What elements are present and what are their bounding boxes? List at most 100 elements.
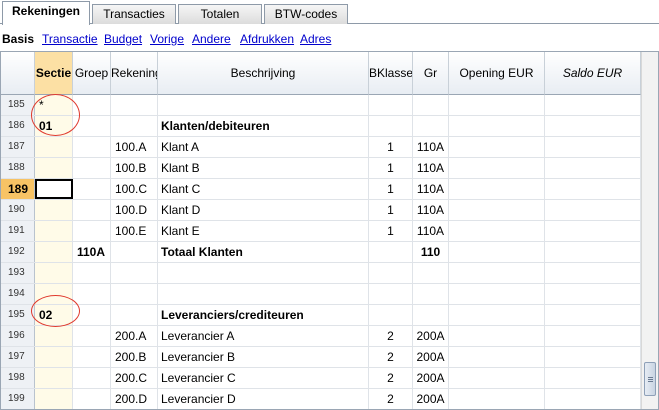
table-row[interactable]: 188 100.B Klant B 1 110A xyxy=(1,158,658,179)
cell-rekening[interactable] xyxy=(111,305,158,325)
cell-gr[interactable]: 110A xyxy=(413,158,449,178)
cell-beschrijving[interactable]: Klant D xyxy=(158,200,369,220)
cell-saldo-eur[interactable] xyxy=(545,158,641,178)
cell-rekening[interactable]: 100.B xyxy=(111,158,158,178)
cell-gr[interactable] xyxy=(413,95,449,115)
cell-rekening[interactable] xyxy=(111,116,158,136)
cell-opening-eur[interactable] xyxy=(449,368,545,388)
cell-bklasse[interactable]: 2 xyxy=(369,368,413,388)
cell-sectie[interactable] xyxy=(35,368,73,388)
cell-sectie[interactable] xyxy=(35,221,73,241)
cell-sectie[interactable]: 02 xyxy=(35,305,73,325)
cell-sectie[interactable] xyxy=(35,347,73,367)
cell-opening-eur[interactable] xyxy=(449,347,545,367)
table-row[interactable]: 192 110A Totaal Klanten 110 xyxy=(1,242,658,263)
cell-gr[interactable]: 110 xyxy=(413,242,449,262)
cell-beschrijving[interactable]: Totaal Klanten xyxy=(158,242,369,262)
cell-beschrijving[interactable]: Leverancier D xyxy=(158,389,369,409)
scrollbar-thumb[interactable] xyxy=(644,362,656,396)
cell-beschrijving[interactable]: Leverancier C xyxy=(158,368,369,388)
cell-gr[interactable] xyxy=(413,116,449,136)
cell-rekening[interactable]: 100.D xyxy=(111,200,158,220)
cell-sectie[interactable] xyxy=(35,158,73,178)
cell-gr[interactable] xyxy=(413,284,449,304)
cell-groep[interactable] xyxy=(73,305,111,325)
header-opening-eur[interactable]: Opening EUR xyxy=(449,52,545,95)
cell-saldo-eur[interactable] xyxy=(545,221,641,241)
cell-beschrijving[interactable] xyxy=(158,263,369,283)
table-row[interactable]: 191 100.E Klant E 1 110A xyxy=(1,221,658,242)
view-afdrukken[interactable]: Afdrukken xyxy=(240,32,294,46)
cell-opening-eur[interactable] xyxy=(449,137,545,157)
cell-gr[interactable] xyxy=(413,263,449,283)
table-row[interactable]: 189 100.C Klant C 1 110A xyxy=(1,179,658,200)
cell-rekening[interactable]: 100.E xyxy=(111,221,158,241)
cell-opening-eur[interactable] xyxy=(449,179,545,199)
cell-opening-eur[interactable] xyxy=(449,221,545,241)
cell-rekening[interactable]: 200.A xyxy=(111,326,158,346)
cell-saldo-eur[interactable] xyxy=(545,137,641,157)
cell-opening-eur[interactable] xyxy=(449,158,545,178)
cell-opening-eur[interactable] xyxy=(449,200,545,220)
cell-sectie[interactable] xyxy=(35,137,73,157)
cell-saldo-eur[interactable] xyxy=(545,347,641,367)
cell-groep[interactable] xyxy=(73,116,111,136)
cell-bklasse[interactable]: 2 xyxy=(369,389,413,409)
table-row[interactable]: 187 100.A Klant A 1 110A xyxy=(1,137,658,158)
view-transactie[interactable]: Transactie xyxy=(42,32,98,46)
cell-saldo-eur[interactable] xyxy=(545,305,641,325)
cell-groep[interactable] xyxy=(73,221,111,241)
tab-btw-codes[interactable]: BTW-codes xyxy=(264,4,348,24)
cell-bklasse[interactable]: 1 xyxy=(369,179,413,199)
cell-groep[interactable] xyxy=(73,95,111,115)
cell-gr[interactable]: 110A xyxy=(413,137,449,157)
cell-gr[interactable]: 200A xyxy=(413,347,449,367)
view-basis[interactable]: Basis xyxy=(2,32,34,46)
cell-beschrijving[interactable]: Leveranciers/crediteuren xyxy=(158,305,369,325)
cell-groep[interactable] xyxy=(73,368,111,388)
cell-saldo-eur[interactable] xyxy=(545,242,641,262)
cell-groep[interactable] xyxy=(73,263,111,283)
cell-rekening[interactable]: 100.A xyxy=(111,137,158,157)
header-groep[interactable]: Groep xyxy=(73,52,111,95)
cell-saldo-eur[interactable] xyxy=(545,263,641,283)
cell-opening-eur[interactable] xyxy=(449,242,545,262)
header-sectie[interactable]: Sectie xyxy=(35,52,73,95)
cell-sectie[interactable] xyxy=(35,326,73,346)
cell-beschrijving[interactable]: Klant B xyxy=(158,158,369,178)
view-budget[interactable]: Budget xyxy=(104,32,142,46)
cell-rekening[interactable]: 100.C xyxy=(111,179,158,199)
cell-beschrijving[interactable]: Leverancier B xyxy=(158,347,369,367)
view-adres[interactable]: Adres xyxy=(300,32,331,46)
vertical-scrollbar[interactable] xyxy=(641,52,658,409)
cell-gr[interactable]: 200A xyxy=(413,389,449,409)
tab-totalen[interactable]: Totalen xyxy=(178,4,262,24)
cell-bklasse[interactable] xyxy=(369,116,413,136)
cell-bklasse[interactable]: 1 xyxy=(369,137,413,157)
cell-groep[interactable] xyxy=(73,284,111,304)
cell-beschrijving[interactable]: Klanten/debiteuren xyxy=(158,116,369,136)
cell-bklasse[interactable] xyxy=(369,95,413,115)
cell-groep[interactable] xyxy=(73,137,111,157)
cell-rekening[interactable] xyxy=(111,242,158,262)
table-row[interactable]: 197 200.B Leverancier B 2 200A xyxy=(1,347,658,368)
cell-rekening[interactable]: 200.B xyxy=(111,347,158,367)
cell-groep[interactable] xyxy=(73,326,111,346)
table-row[interactable]: 198 200.C Leverancier C 2 200A xyxy=(1,368,658,389)
cell-saldo-eur[interactable] xyxy=(545,326,641,346)
cell-groep[interactable] xyxy=(73,347,111,367)
header-beschrijving[interactable]: Beschrijving xyxy=(158,52,369,95)
cell-gr[interactable] xyxy=(413,305,449,325)
cell-gr[interactable]: 110A xyxy=(413,179,449,199)
cell-sectie[interactable] xyxy=(35,242,73,262)
cell-gr[interactable]: 110A xyxy=(413,221,449,241)
cell-bklasse[interactable]: 1 xyxy=(369,200,413,220)
cell-beschrijving[interactable]: Leverancier A xyxy=(158,326,369,346)
cell-beschrijving[interactable] xyxy=(158,284,369,304)
cell-opening-eur[interactable] xyxy=(449,284,545,304)
cell-rekening[interactable]: 200.C xyxy=(111,368,158,388)
cell-bklasse[interactable] xyxy=(369,242,413,262)
cell-beschrijving[interactable]: Klant A xyxy=(158,137,369,157)
cell-gr[interactable]: 200A xyxy=(413,326,449,346)
cell-saldo-eur[interactable] xyxy=(545,116,641,136)
